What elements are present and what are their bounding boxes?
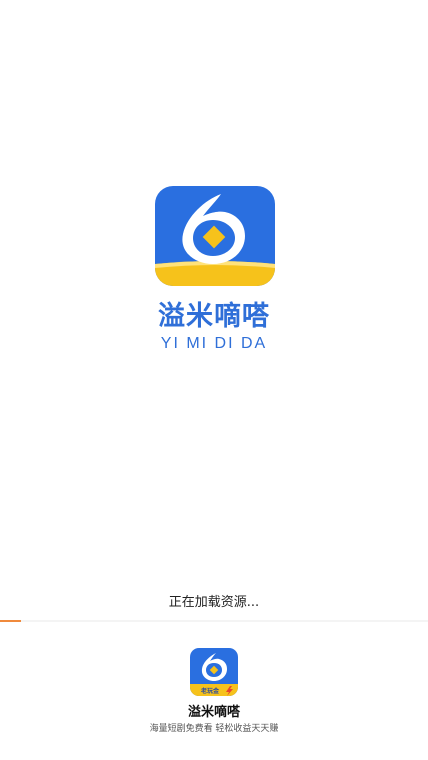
footer-panel: 老玩金 溢米嘀嗒 海量短剧免费看 轻松收益天天赚 [0,622,428,760]
splash-screen: 溢米嘀嗒 YI MI DI DA 正在加载资源... 老玩金 溢米嘀嗒 海量短剧… [0,0,428,760]
app-name: 溢米嘀嗒 [187,705,240,720]
brand-title: 溢米嘀嗒 [158,301,270,332]
app-slogan: 海量短剧免费看 轻松收益天天赚 [149,724,279,734]
yimi-app-icon: 老玩金 [190,648,238,696]
loading-status: 正在加载资源... [168,595,260,610]
yimi-drop-logo-icon [155,186,275,286]
app-icon-badge: 老玩金 [200,687,220,695]
brand-pinyin: YI MI DI DA [160,335,268,352]
